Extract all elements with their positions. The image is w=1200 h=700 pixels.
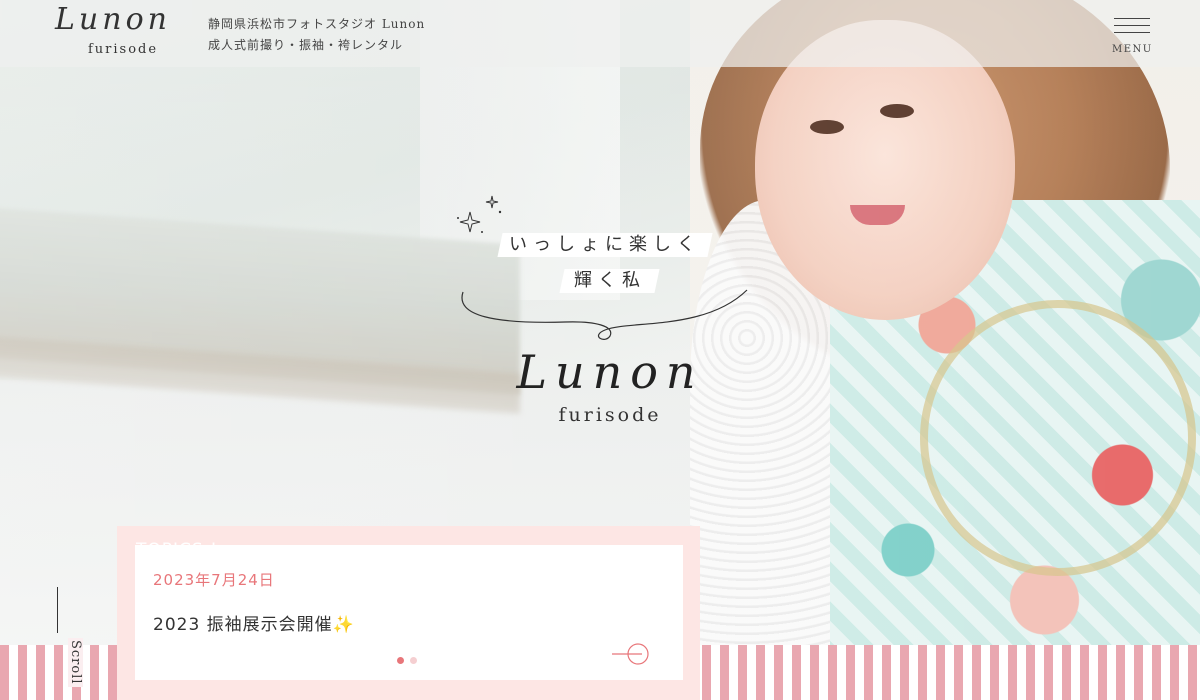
center-logo-subtext: furisode bbox=[558, 404, 662, 426]
next-arrow-icon[interactable] bbox=[612, 641, 652, 667]
decorative-swash bbox=[461, 289, 748, 340]
topics-heading: TOPICS ! bbox=[136, 540, 218, 560]
header-logo[interactable]: Lunon furisode bbox=[55, 2, 195, 60]
sparkle-emoji: ✨ bbox=[332, 615, 355, 635]
topic-title-link[interactable]: 2023 振袖展示会開催✨ bbox=[153, 610, 355, 635]
sparkle-icon bbox=[457, 195, 502, 233]
pagination-dot[interactable] bbox=[410, 657, 417, 664]
tagline-line-1: 静岡県浜松市フォトスタジオ Lunon bbox=[208, 17, 426, 31]
center-logo-script: Lunon bbox=[516, 345, 704, 399]
hamburger-icon-line-2 bbox=[1114, 25, 1150, 26]
tagline-line-2: 成人式前撮り・振袖・袴レンタル bbox=[208, 38, 404, 52]
catch-copy-text-1: いっしょに楽しく bbox=[509, 234, 701, 255]
topics-pagination bbox=[397, 657, 427, 665]
menu-label: MENU bbox=[1112, 44, 1153, 55]
pagination-dot-active[interactable] bbox=[397, 657, 404, 664]
topic-date: 2023年7月24日 bbox=[153, 571, 275, 589]
center-logo: Lunon furisode bbox=[490, 342, 730, 442]
menu-button[interactable]: MENU bbox=[1112, 16, 1152, 60]
topic-title-text: 2023 振袖展示会開催 bbox=[153, 615, 333, 635]
scroll-indicator-label[interactable]: Scroll bbox=[68, 638, 83, 687]
hamburger-icon-line-1 bbox=[1114, 18, 1150, 19]
logo-subtext: furisode bbox=[88, 42, 159, 57]
header-tagline: 静岡県浜松市フォトスタジオ Lunon 成人式前撮り・振袖・袴レンタル bbox=[208, 14, 425, 56]
site-header: Lunon furisode 静岡県浜松市フォトスタジオ Lunon 成人式前撮… bbox=[0, 0, 1200, 67]
scroll-indicator-line bbox=[57, 587, 58, 633]
catch-copy-line-1: いっしょに楽しく bbox=[497, 233, 713, 257]
logo-script-text: Lunon bbox=[55, 2, 171, 37]
hamburger-icon-line-3 bbox=[1114, 32, 1150, 33]
